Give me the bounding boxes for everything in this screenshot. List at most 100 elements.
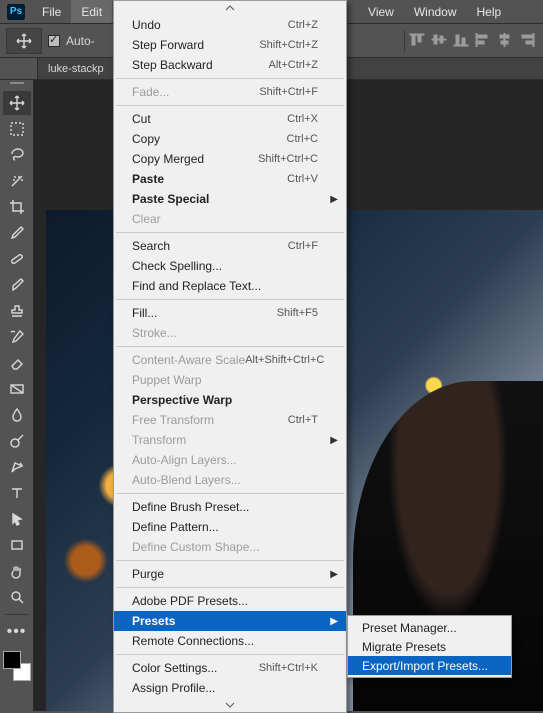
lasso-tool[interactable] [3, 143, 31, 167]
edit-auto-align[interactable]: Auto-Align Layers... [114, 450, 346, 470]
presets-submenu: Preset Manager... Migrate Presets Export… [347, 615, 512, 678]
menu-view[interactable]: View [358, 0, 404, 23]
align-hcenter-icon[interactable] [495, 30, 515, 50]
edit-fade[interactable]: Fade...Shift+Ctrl+F [114, 82, 346, 102]
eraser-tool[interactable] [3, 351, 31, 375]
gradient-tool[interactable] [3, 377, 31, 401]
tabstrip-spacer [0, 58, 38, 79]
edit-toolbar[interactable]: ••• [3, 620, 31, 644]
toolbox-grip[interactable] [7, 82, 27, 88]
menu-separator [116, 587, 344, 588]
edit-define-pattern[interactable]: Define Pattern... [114, 517, 346, 537]
edit-check-spelling[interactable]: Check Spelling... [114, 256, 346, 276]
path-select-tool[interactable] [3, 507, 31, 531]
arrow-icon [9, 511, 25, 527]
shape-tool[interactable] [3, 533, 31, 557]
menu-file[interactable]: File [32, 0, 71, 23]
auto-select-checkbox[interactable] [48, 35, 60, 47]
quick-select-tool[interactable] [3, 169, 31, 193]
align-bottom-icon[interactable] [451, 30, 471, 50]
edit-pdf-presets[interactable]: Adobe PDF Presets... [114, 591, 346, 611]
edit-find-replace[interactable]: Find and Replace Text... [114, 276, 346, 296]
edit-color-settings[interactable]: Color Settings...Shift+Ctrl+K [114, 658, 346, 678]
export-import-presets[interactable]: Export/Import Presets... [348, 656, 511, 675]
edit-transform[interactable]: Transform▶ [114, 430, 346, 450]
align-vcenter-icon[interactable] [429, 30, 449, 50]
align-right-icon[interactable] [517, 30, 537, 50]
menu-separator [116, 346, 344, 347]
submenu-arrow-icon: ▶ [330, 616, 338, 627]
brush-tool[interactable] [3, 273, 31, 297]
edit-undo[interactable]: UndoCtrl+Z [114, 15, 346, 35]
edit-purge[interactable]: Purge▶ [114, 564, 346, 584]
edit-presets[interactable]: Presets▶ [114, 611, 346, 631]
edit-fill[interactable]: Fill...Shift+F5 [114, 303, 346, 323]
zoom-tool[interactable] [3, 585, 31, 609]
foreground-swatch[interactable] [3, 651, 21, 669]
edit-remote-connections[interactable]: Remote Connections... [114, 631, 346, 651]
ellipsis-icon: ••• [7, 623, 27, 641]
alignment-group [404, 30, 537, 52]
submenu-arrow-icon: ▶ [330, 194, 338, 205]
crop-tool[interactable] [3, 195, 31, 219]
edit-copy-merged[interactable]: Copy MergedShift+Ctrl+C [114, 149, 346, 169]
move-tool[interactable] [3, 91, 31, 115]
menu-edit[interactable]: Edit [71, 0, 112, 23]
edit-menu: UndoCtrl+Z Step ForwardShift+Ctrl+Z Step… [113, 0, 347, 713]
edit-define-brush[interactable]: Define Brush Preset... [114, 497, 346, 517]
edit-search[interactable]: SearchCtrl+F [114, 236, 346, 256]
hand-tool[interactable] [3, 559, 31, 583]
migrate-presets[interactable]: Migrate Presets [348, 637, 511, 656]
pen-tool[interactable] [3, 455, 31, 479]
marquee-tool[interactable] [3, 117, 31, 141]
menu-separator [116, 78, 344, 79]
menu-help[interactable]: Help [467, 0, 512, 23]
edit-copy[interactable]: CopyCtrl+C [114, 129, 346, 149]
edit-free-transform[interactable]: Free TransformCtrl+T [114, 410, 346, 430]
move-icon [9, 95, 25, 111]
eraser-icon [9, 355, 25, 371]
submenu-arrow-icon: ▶ [330, 569, 338, 580]
move-icon [16, 33, 32, 49]
menu-separator [116, 299, 344, 300]
document-tab[interactable]: luke-stackp [38, 58, 114, 79]
drop-icon [9, 407, 25, 423]
history-brush-tool[interactable] [3, 325, 31, 349]
blur-tool[interactable] [3, 403, 31, 427]
type-tool[interactable] [3, 481, 31, 505]
edit-step-backward[interactable]: Step BackwardAlt+Ctrl+Z [114, 55, 346, 75]
edit-perspective-warp[interactable]: Perspective Warp [114, 390, 346, 410]
dodge-tool[interactable] [3, 429, 31, 453]
edit-content-aware-scale[interactable]: Content-Aware ScaleAlt+Shift+Ctrl+C [114, 350, 346, 370]
color-swatches[interactable] [3, 651, 31, 681]
edit-cut[interactable]: CutCtrl+X [114, 109, 346, 129]
toolbox: ••• [0, 80, 34, 711]
edit-clear[interactable]: Clear [114, 209, 346, 229]
edit-paste-special[interactable]: Paste Special▶ [114, 189, 346, 209]
menu-separator [116, 654, 344, 655]
eyedropper-tool[interactable] [3, 221, 31, 245]
edit-puppet-warp[interactable]: Puppet Warp [114, 370, 346, 390]
align-left-icon[interactable] [473, 30, 493, 50]
menu-separator [116, 232, 344, 233]
current-tool-chip[interactable] [6, 28, 42, 54]
align-top-icon[interactable] [407, 30, 427, 50]
separator [404, 30, 405, 52]
healing-tool[interactable] [3, 247, 31, 271]
stamp-tool[interactable] [3, 299, 31, 323]
edit-paste[interactable]: PasteCtrl+V [114, 169, 346, 189]
wand-icon [9, 173, 25, 189]
menu-window[interactable]: Window [404, 0, 467, 23]
edit-assign-profile[interactable]: Assign Profile... [114, 678, 346, 698]
menu-scroll-up[interactable] [114, 1, 346, 15]
gradient-icon [9, 381, 25, 397]
edit-define-shape[interactable]: Define Custom Shape... [114, 537, 346, 557]
app-logo: Ps [0, 0, 32, 23]
pen-icon [9, 459, 25, 475]
edit-step-forward[interactable]: Step ForwardShift+Ctrl+Z [114, 35, 346, 55]
menu-scroll-down[interactable] [114, 698, 346, 712]
submenu-arrow-icon: ▶ [330, 435, 338, 446]
edit-stroke[interactable]: Stroke... [114, 323, 346, 343]
preset-manager[interactable]: Preset Manager... [348, 618, 511, 637]
edit-auto-blend[interactable]: Auto-Blend Layers... [114, 470, 346, 490]
